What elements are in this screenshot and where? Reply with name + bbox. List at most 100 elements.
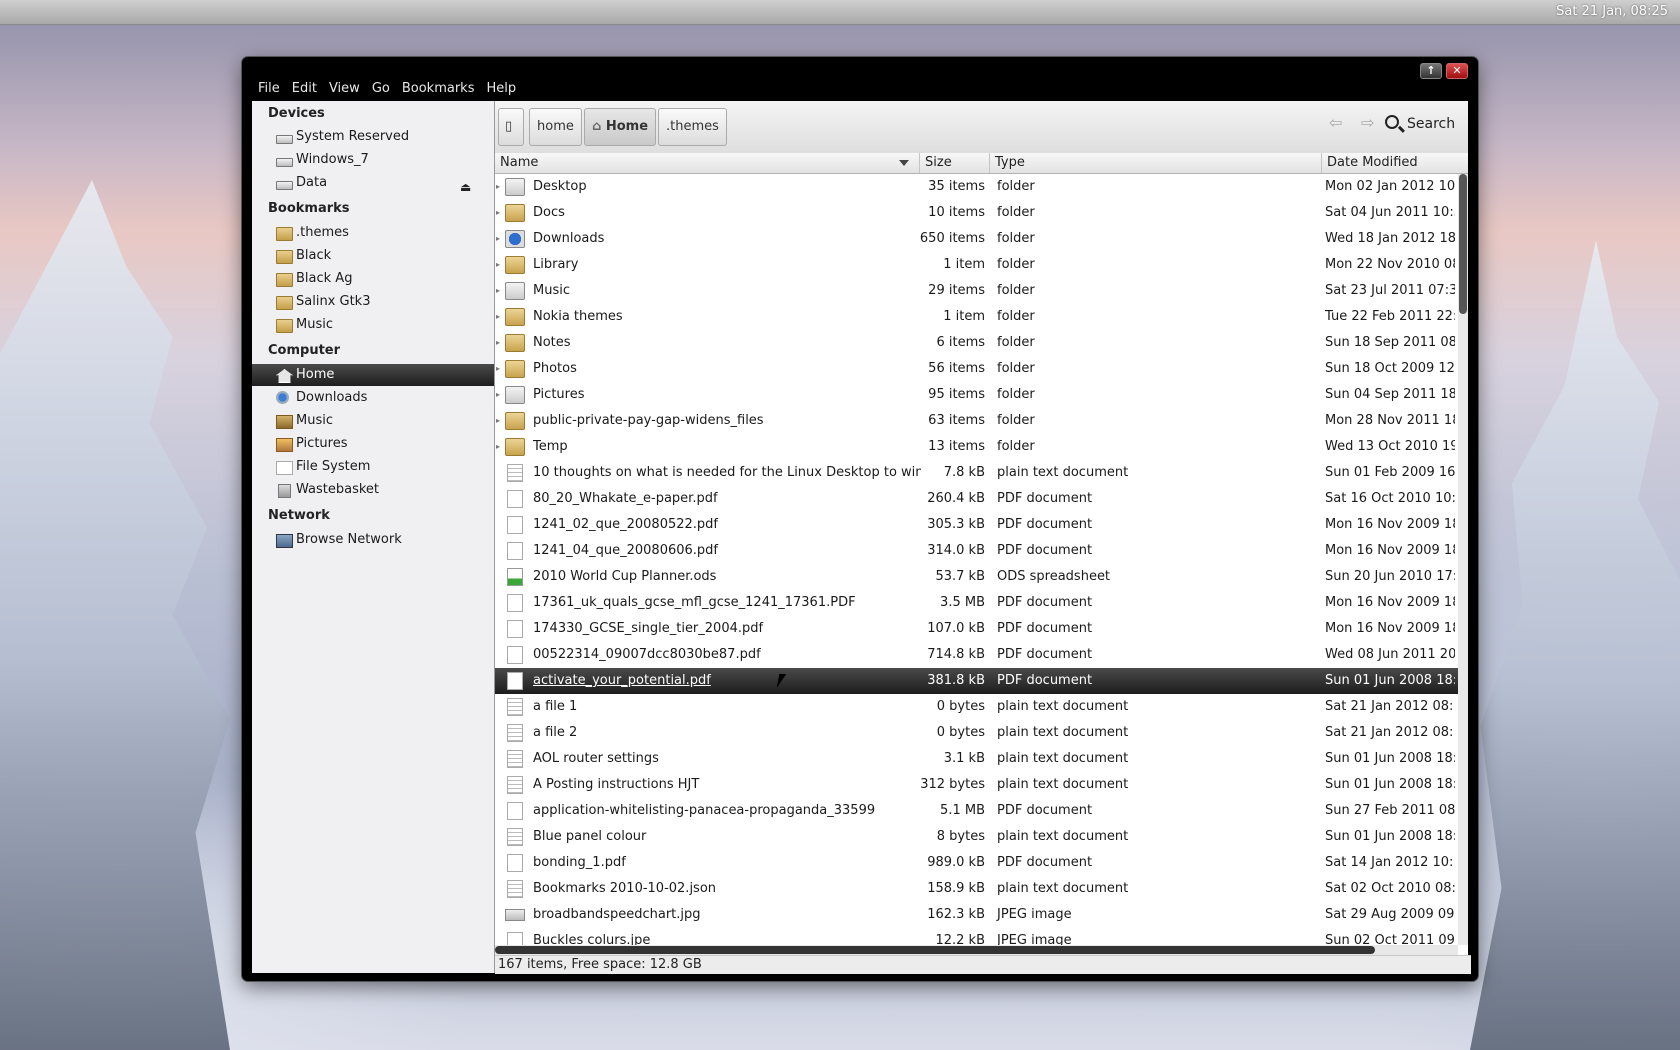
file-row[interactable]: 1241_02_que_20080522.pdf 305.3 kB PDF docu… [495, 512, 1458, 538]
horizontal-scrollbar[interactable] [495, 945, 1458, 955]
file-row[interactable]: a file 1 0 bytes plain text document Sat 21… [495, 694, 1458, 720]
file-row[interactable]: Blue panel colour 8 bytes plain text docum… [495, 824, 1458, 850]
expander-icon[interactable]: ▸ [496, 304, 500, 330]
file-row[interactable]: activate_your_potential.pdf 381.8 kB PDF d… [495, 668, 1458, 694]
expander-icon[interactable]: ▸ [496, 174, 500, 200]
drive-icon [276, 181, 293, 190]
back-arrow-icon[interactable]: ⇦ [1329, 113, 1342, 132]
menu-help[interactable]: Help [480, 79, 522, 101]
search-button[interactable]: Search [1385, 115, 1455, 132]
breadcrumb-themes[interactable]: .themes [658, 108, 727, 146]
file-size: 1 item [943, 257, 985, 272]
file-type: plain text document [997, 777, 1129, 792]
sidebar-item-downloads[interactable]: Downloads [252, 387, 494, 409]
file-row[interactable]: ▸ Music 29 items folder Sat 23 Jul 2011 07:3 [495, 278, 1458, 304]
sidebar-item-filesystem[interactable]: File System [252, 456, 494, 478]
vertical-scrollbar[interactable] [1458, 174, 1468, 945]
sidebar-item-windows7[interactable]: Windows_7 [252, 149, 494, 171]
menu-bookmarks[interactable]: Bookmarks [396, 79, 481, 101]
file-row[interactable]: ▸ Downloads 650 items folder Wed 18 Jan 2012… [495, 226, 1458, 252]
menu-view[interactable]: View [323, 79, 366, 101]
sidebar-item-themes[interactable]: .themes [252, 222, 494, 244]
file-row[interactable]: broadbandspeedchart.jpg 162.3 kB JPEG imag… [495, 902, 1458, 928]
file-row[interactable]: Buckles colurs.jpe 12.2 kB JPEG image Sun 0… [495, 928, 1458, 945]
clock[interactable]: Sat 21 Jan, 08:25 [1556, 4, 1668, 19]
horizontal-scroll-thumb[interactable] [495, 946, 1375, 954]
menu-go[interactable]: Go [366, 79, 396, 101]
expander-icon[interactable]: ▸ [496, 382, 500, 408]
file-size: 3.5 MB [940, 595, 985, 610]
sidebar-item-salinx[interactable]: Salinx Gtk3 [252, 291, 494, 313]
breadcrumb-home-folder[interactable]: home [529, 108, 582, 146]
file-type: PDF document [997, 543, 1093, 558]
file-row[interactable]: ▸ Nokia themes 1 item folder Tue 22 Feb 2011… [495, 304, 1458, 330]
file-row[interactable]: application-whitelisting-panacea-propaga… [495, 798, 1458, 824]
sidebar-item-browse-network[interactable]: Browse Network [252, 529, 494, 551]
breadcrumb-home-active[interactable]: ⌂ Home [584, 108, 657, 146]
expander-icon[interactable]: ▸ [496, 226, 500, 252]
tree-decoration [0, 180, 230, 1050]
expander-icon[interactable]: ▸ [496, 356, 500, 382]
file-name: Music [533, 283, 570, 298]
file-row[interactable]: ▸ public-private-pay-gap-widens_files 63 i… [495, 408, 1458, 434]
sidebar-item-home[interactable]: Home [252, 364, 494, 386]
expander-icon[interactable]: ▸ [496, 408, 500, 434]
file-row[interactable]: ▸ Pictures 95 items folder Sun 04 Sep 2011 1… [495, 382, 1458, 408]
text-document-icon [507, 880, 523, 898]
sidebar-item-pictures[interactable]: Pictures [252, 433, 494, 455]
file-row[interactable]: 10 thoughts on what is needed for the Li… [495, 460, 1458, 486]
column-size[interactable]: Size [920, 153, 990, 173]
file-row[interactable]: 00522314_09007dcc8030be87.pdf 714.8 kB PDF… [495, 642, 1458, 668]
file-type: JPEG image [997, 907, 1072, 922]
sidebar-item-system-reserved[interactable]: System Reserved [252, 126, 494, 148]
column-name[interactable]: Name [495, 153, 920, 173]
file-manager-window: ↑ ✕ File Edit View Go Bookmarks Help Dev… [242, 57, 1478, 981]
forward-arrow-icon[interactable]: ⇨ [1361, 113, 1374, 132]
expander-icon[interactable]: ▸ [496, 278, 500, 304]
titlebar[interactable]: ↑ ✕ [242, 57, 1478, 79]
file-row[interactable]: bonding_1.pdf 989.0 kB PDF document Sat 14 … [495, 850, 1458, 876]
pdf-document-icon [507, 854, 523, 872]
sidebar-item-black-ag[interactable]: Black Ag [252, 268, 494, 290]
file-row[interactable]: 1241_04_que_20080606.pdf 314.0 kB PDF docu… [495, 538, 1458, 564]
folder-icon [505, 204, 525, 222]
file-date: Sun 01 Feb 2009 16 [1325, 465, 1455, 480]
sidebar-item-music-bookmark[interactable]: Music [252, 314, 494, 336]
eject-icon[interactable]: ⏏ [460, 176, 471, 198]
column-type[interactable]: Type [990, 153, 1322, 173]
file-row[interactable]: A Posting instructions HJT 312 bytes plain… [495, 772, 1458, 798]
sidebar-item-black[interactable]: Black [252, 245, 494, 267]
file-row[interactable]: ▸ Desktop 35 items folder Mon 02 Jan 2012 10 [495, 174, 1458, 200]
sidebar-item-wastebasket[interactable]: Wastebasket [252, 479, 494, 501]
menu-file[interactable]: File [252, 79, 286, 101]
expander-icon[interactable]: ▸ [496, 252, 500, 278]
file-date: Sat 29 Aug 2009 09: [1325, 907, 1455, 922]
column-date-modified[interactable]: Date Modified [1322, 153, 1468, 173]
file-row[interactable]: 2010 World Cup Planner.ods 53.7 kB ODS spr… [495, 564, 1458, 590]
breadcrumb-label: Home [605, 119, 649, 134]
vertical-scroll-thumb[interactable] [1459, 174, 1467, 314]
file-row[interactable]: ▸ Photos 56 items folder Sun 18 Oct 2009 12: [495, 356, 1458, 382]
menu-edit[interactable]: Edit [286, 79, 323, 101]
file-row[interactable]: ▸ Library 1 item folder Mon 22 Nov 2010 08 [495, 252, 1458, 278]
top-panel: Sat 21 Jan, 08:25 [0, 0, 1680, 25]
file-row[interactable]: 80_20_Whakate_e-paper.pdf 260.4 kB PDF doc… [495, 486, 1458, 512]
file-row[interactable]: ▸ Notes 6 items folder Sun 18 Sep 2011 08 [495, 330, 1458, 356]
file-row[interactable]: a file 2 0 bytes plain text document Sat 21… [495, 720, 1458, 746]
expander-icon[interactable]: ▸ [496, 330, 500, 356]
sidebar-item-data[interactable]: Data ⏏ [252, 172, 494, 194]
file-row[interactable]: 174330_GCSE_single_tier_2004.pdf 107.0 kB… [495, 616, 1458, 642]
file-row[interactable]: 17361_uk_quals_gcse_mfl_gcse_1241_17361.… [495, 590, 1458, 616]
file-row[interactable]: ▸ Docs 10 items folder Sat 04 Jun 2011 10:5 [495, 200, 1458, 226]
file-row[interactable]: ▸ Temp 13 items folder Wed 13 Oct 2010 19 [495, 434, 1458, 460]
close-button[interactable]: ✕ [1446, 63, 1468, 79]
file-type: folder [997, 309, 1035, 324]
expander-icon[interactable]: ▸ [496, 434, 500, 460]
sidebar-item-music[interactable]: Music [252, 410, 494, 432]
file-row[interactable]: AOL router settings 3.1 kB plain text docu… [495, 746, 1458, 772]
file-row[interactable]: Bookmarks 2010-10-02.json 158.9 kB plain t… [495, 876, 1458, 902]
breadcrumb-root-button[interactable]: ▯ [498, 108, 524, 146]
expander-icon[interactable]: ▸ [496, 200, 500, 226]
maximize-button[interactable]: ↑ [1420, 63, 1442, 79]
sidebar-item-label: Pictures [296, 436, 348, 451]
